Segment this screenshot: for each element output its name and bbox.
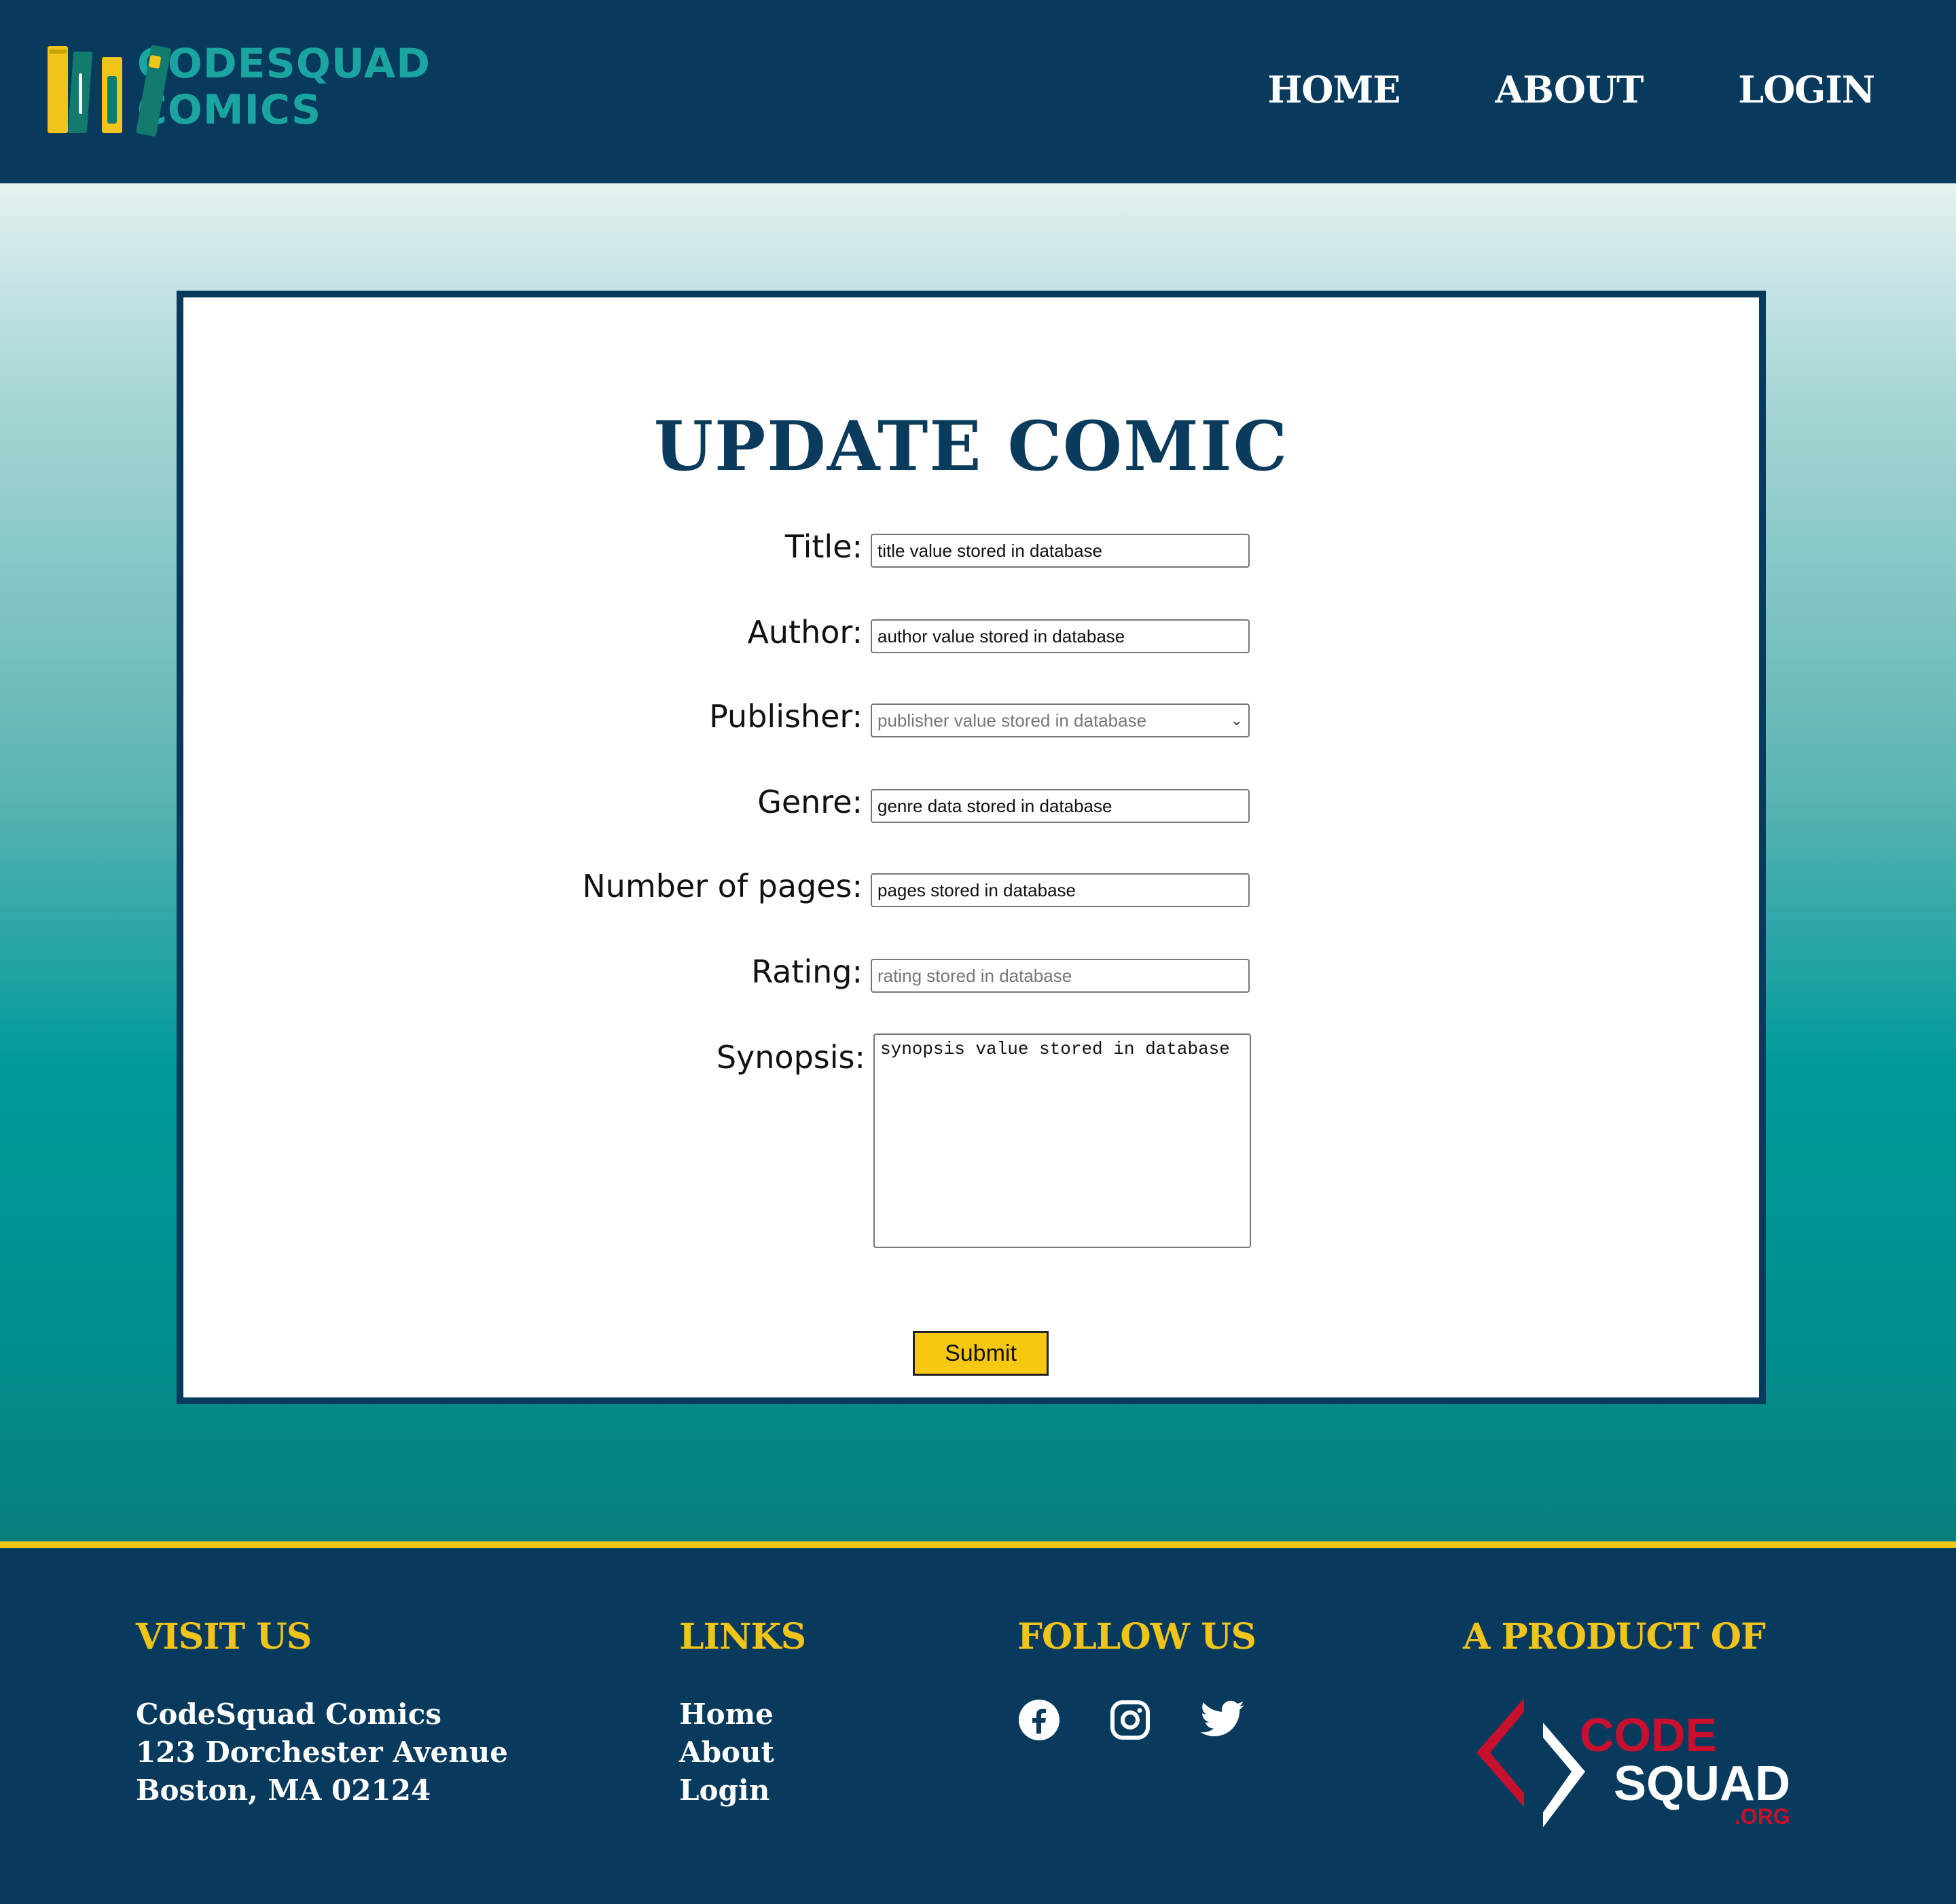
- books-logo-icon: [43, 41, 172, 136]
- nav-login-link[interactable]: LOGIN: [1738, 68, 1875, 111]
- footer-divider: [0, 1541, 1956, 1548]
- brand-line-2: COMICS: [137, 86, 322, 134]
- publisher-row: Publisher: publisher value stored in dat…: [183, 698, 1270, 737]
- social-icons: [1017, 1698, 1256, 1742]
- synopsis-label: Synopsis:: [716, 1039, 865, 1076]
- author-input[interactable]: author value stored in database: [871, 619, 1250, 653]
- footer-links: LINKS Home About Login: [679, 1616, 806, 1810]
- pages-label: Number of pages:: [582, 868, 863, 904]
- synopsis-row: Synopsis: synopsis value stored in datab…: [183, 1033, 1270, 1248]
- brand-logo[interactable]: CODESQUAD COMICS: [43, 39, 431, 136]
- title-row: Title: title value stored in database: [183, 528, 1270, 568]
- rating-row: Rating: rating stored in database: [183, 953, 1270, 993]
- address-name: CodeSquad Comics: [136, 1698, 442, 1731]
- title-label: Title:: [784, 528, 863, 565]
- page-title: UPDATE COMIC: [653, 406, 1289, 486]
- synopsis-textarea[interactable]: synopsis value stored in database: [873, 1033, 1251, 1248]
- footer-links-list: Home About Login: [679, 1696, 805, 1810]
- footer-product-of: A PRODUCT OF CODE SQUAD .ORG: [1463, 1616, 1803, 1844]
- product-of-heading: A PRODUCT OF: [1463, 1616, 1766, 1658]
- main-content: UPDATE COMIC Title: title value stored i…: [0, 183, 1956, 1541]
- logo-code-text: CODE: [1580, 1708, 1717, 1761]
- facebook-icon[interactable]: [1017, 1698, 1061, 1742]
- follow-us-heading: FOLLOW US: [1017, 1616, 1256, 1658]
- publisher-label: Publisher:: [709, 698, 863, 735]
- site-header: CODESQUAD COMICS HOME ABOUT LOGIN: [0, 0, 1956, 183]
- links-heading: LINKS: [679, 1616, 806, 1658]
- pages-input[interactable]: pages stored in database: [871, 873, 1250, 907]
- title-input[interactable]: title value stored in database: [871, 534, 1250, 568]
- update-comic-card: UPDATE COMIC Title: title value stored i…: [177, 291, 1766, 1404]
- brand-name: CODESQUAD COMICS: [137, 41, 431, 133]
- pages-row: Number of pages: pages stored in databas…: [183, 868, 1270, 907]
- genre-row: Genre: genre data stored in database: [183, 784, 1270, 823]
- address-block: CodeSquad Comics 123 Dorchester Avenue B…: [136, 1696, 508, 1810]
- logo-org-text: .ORG: [1735, 1804, 1790, 1829]
- site-footer: VISIT US CodeSquad Comics 123 Dorchester…: [0, 1548, 1956, 1904]
- address-street: 123 Dorchester Avenue: [136, 1736, 509, 1769]
- brand-line-1: CODESQUAD: [137, 40, 431, 88]
- rating-input[interactable]: rating stored in database: [871, 959, 1250, 993]
- main-nav: HOME ABOUT LOGIN: [1267, 68, 1875, 111]
- author-label: Author:: [747, 614, 863, 651]
- footer-login-link[interactable]: Login: [679, 1772, 805, 1810]
- rating-label: Rating:: [751, 953, 863, 990]
- footer-about-link[interactable]: About: [679, 1734, 805, 1772]
- nav-about-link[interactable]: ABOUT: [1495, 68, 1644, 111]
- publisher-select[interactable]: publisher value stored in database ⌄: [871, 703, 1250, 737]
- address-city: Boston, MA 02124: [136, 1774, 431, 1807]
- footer-visit-us: VISIT US CodeSquad Comics 123 Dorchester…: [136, 1616, 508, 1810]
- nav-home-link[interactable]: HOME: [1267, 68, 1400, 111]
- logo-squad-text: SQUAD: [1614, 1757, 1790, 1811]
- genre-input[interactable]: genre data stored in database: [871, 789, 1250, 823]
- author-row: Author: author value stored in database: [183, 614, 1270, 653]
- codesquad-logo[interactable]: CODE SQUAD .ORG: [1463, 1691, 1803, 1844]
- chevron-down-icon: ⌄: [1230, 712, 1243, 729]
- publisher-selected-value: publisher value stored in database: [877, 710, 1147, 731]
- footer-home-link[interactable]: Home: [679, 1696, 805, 1734]
- twitter-icon[interactable]: [1199, 1698, 1247, 1742]
- genre-label: Genre:: [757, 784, 863, 820]
- submit-button[interactable]: Submit: [913, 1331, 1049, 1376]
- visit-us-heading: VISIT US: [136, 1616, 312, 1658]
- footer-follow-us: FOLLOW US: [1017, 1616, 1256, 1742]
- instagram-icon[interactable]: [1108, 1698, 1152, 1742]
